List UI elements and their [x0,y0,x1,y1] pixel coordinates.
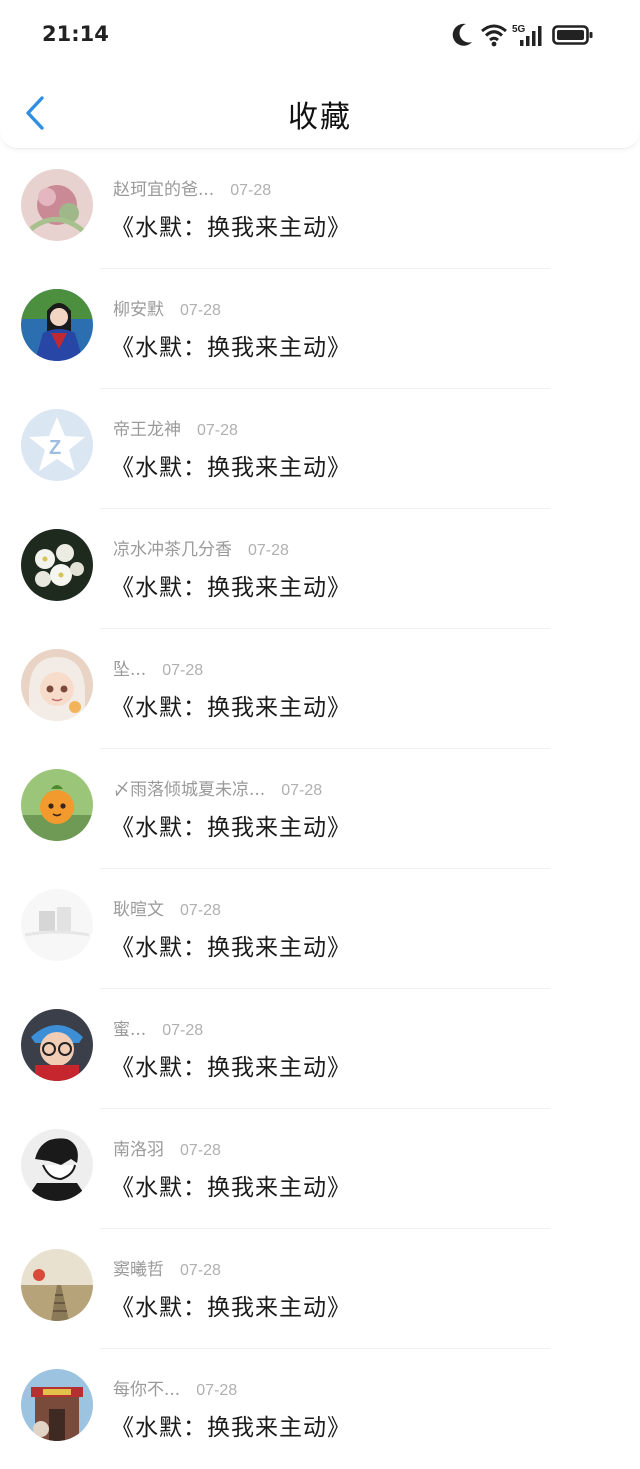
page-title: 收藏 [288,100,352,135]
item-meta: 赵珂宜的爸... 07-28 [113,175,271,200]
avatar[interactable]: Z [21,409,93,481]
work-title[interactable]: 《水默：换我来主动》 [111,208,351,242]
list-item[interactable]: 凉水冲茶几分香 07-28 《水默：换我来主动》 [0,509,640,629]
user-name: 帝王龙神 [113,420,181,440]
signal-5g-icon: 5G [512,24,542,46]
avatar[interactable] [21,529,93,601]
status-time: 21:14 [42,22,109,46]
user-name: 赵珂宜的爸... [113,180,215,200]
user-name: 耿暄文 [113,900,164,920]
work-title[interactable]: 《水默：换我来主动》 [111,328,351,362]
work-title[interactable]: 《水默：换我来主动》 [111,1288,351,1322]
item-meta: 每你不... 07-28 [113,1375,237,1400]
item-date: 07-28 [180,1262,221,1279]
item-meta: 柳安默 07-28 [113,295,221,320]
avatar[interactable] [21,289,93,361]
item-meta: 窦曦哲 07-28 [113,1255,221,1280]
user-name: 蜜... [113,1020,147,1040]
list-item[interactable]: 窦曦哲 07-28 《水默：换我来主动》 [0,1229,640,1349]
list-item[interactable]: 南洛羽 07-28 《水默：换我来主动》 [0,1109,640,1229]
network-label: 5G [512,24,526,35]
item-meta: 蜜... 07-28 [113,1015,203,1040]
favorites-list: 赵珂宜的爸... 07-28 《水默：换我来主动》 柳安默 07-28 《水默：换我… [0,149,640,1469]
list-item[interactable]: 柳安默 07-28 《水默：换我来主动》 [0,269,640,389]
avatar[interactable] [21,1129,93,1201]
avatar[interactable] [21,1009,93,1081]
item-meta: 凉水冲茶几分香 07-28 [113,535,289,560]
item-meta: 南洛羽 07-28 [113,1135,221,1160]
work-title[interactable]: 《水默：换我来主动》 [111,808,351,842]
user-name: 柳安默 [113,300,164,320]
item-meta: 耿暄文 07-28 [113,895,221,920]
item-date: 07-28 [162,662,204,679]
item-date: 07-28 [230,182,272,199]
list-item[interactable]: 〆雨落倾城夏未凉... 07-28 《水默：换我来主动》 [0,749,640,869]
user-name: 窦曦哲 [113,1260,164,1280]
item-meta: 帝王龙神 07-28 [113,415,238,440]
work-title[interactable]: 《水默：换我来主动》 [111,568,351,602]
avatar[interactable] [21,769,93,841]
work-title[interactable]: 《水默：换我来主动》 [111,1168,351,1202]
item-meta: 〆雨落倾城夏未凉... 07-28 [113,775,322,800]
avatar[interactable] [21,889,93,961]
list-item[interactable]: 蜜... 07-28 《水默：换我来主动》 [0,989,640,1109]
item-meta: 坠... 07-28 [113,655,203,680]
avatar[interactable] [21,1249,93,1321]
list-item[interactable]: Z 帝王龙神 07-28 《水默：换我来主动》 [0,389,640,509]
item-date: 07-28 [197,422,238,439]
user-name: 南洛羽 [113,1140,164,1160]
item-date: 07-28 [180,1142,221,1159]
work-title[interactable]: 《水默：换我来主动》 [111,1048,351,1082]
list-item[interactable]: 赵珂宜的爸... 07-28 《水默：换我来主动》 [0,149,640,269]
item-date: 07-28 [248,542,289,559]
list-item[interactable]: 耿暄文 07-28 《水默：换我来主动》 [0,869,640,989]
status-icons: 5G [450,22,600,52]
item-date: 07-28 [180,902,221,919]
item-date: 07-28 [196,1382,238,1399]
list-item[interactable]: 每你不... 07-28 《水默：换我来主动》 [0,1349,640,1469]
user-name: 坠... [113,660,147,680]
user-name: 凉水冲茶几分香 [113,540,232,560]
avatar[interactable] [21,1369,93,1441]
moon-icon [452,23,472,46]
work-title[interactable]: 《水默：换我来主动》 [111,448,351,482]
work-title[interactable]: 《水默：换我来主动》 [111,928,351,962]
item-date: 07-28 [162,1022,204,1039]
avatar[interactable] [21,169,93,241]
battery-icon [552,25,593,45]
svg-text:Z: Z [49,437,61,459]
list-item[interactable]: 坠... 07-28 《水默：换我来主动》 [0,629,640,749]
work-title[interactable]: 《水默：换我来主动》 [111,1408,351,1442]
item-date: 07-28 [281,782,323,799]
top-bar: 21:14 5G 收藏 [0,0,640,149]
work-title[interactable]: 《水默：换我来主动》 [111,688,351,722]
wifi-icon [481,24,507,47]
user-name: 每你不... [113,1380,181,1400]
user-name: 〆雨落倾城夏未凉... [113,780,266,800]
item-date: 07-28 [180,302,221,319]
avatar[interactable] [21,649,93,721]
